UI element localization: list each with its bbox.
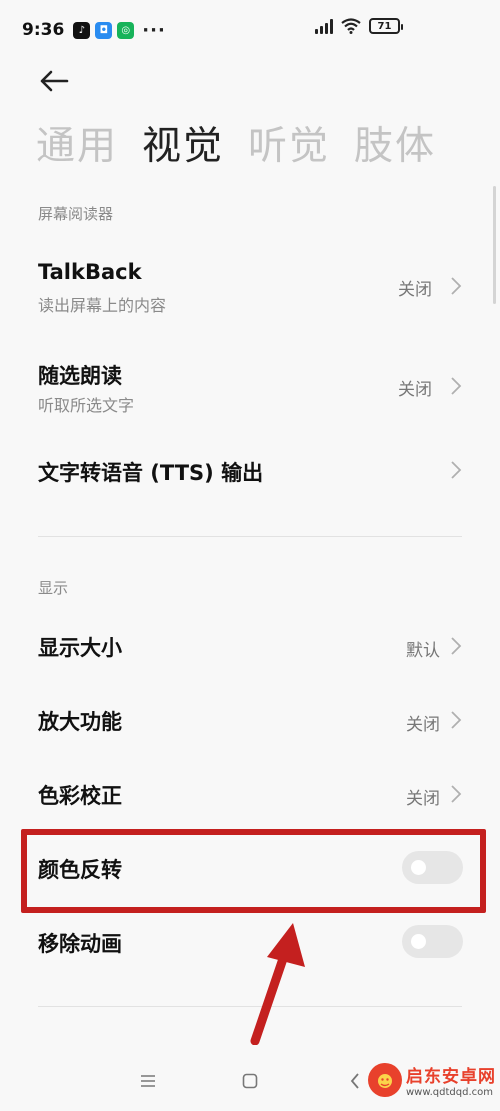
row-color-correction[interactable]: 色彩校正 关闭 <box>0 766 500 824</box>
status-app-icons: ♪ ◘ ◎ <box>73 21 135 39</box>
row-display-size[interactable]: 显示大小 默认 <box>0 618 500 676</box>
select-to-speak-value: 关闭 <box>398 380 432 400</box>
color-correction-title: 色彩校正 <box>38 784 122 808</box>
tab-hearing[interactable]: 听觉 <box>248 118 330 176</box>
chevron-right-icon <box>451 277 462 295</box>
tts-title: 文字转语音 (TTS) 输出 <box>38 461 264 485</box>
row-magnification[interactable]: 放大功能 关闭 <box>0 692 500 750</box>
watermark: 启东安卓网 www.qdtdqd.com <box>368 1062 496 1098</box>
nav-back-icon <box>350 1073 359 1089</box>
magnification-value: 关闭 <box>406 715 440 735</box>
back-arrow-icon <box>40 70 69 92</box>
signal-icon <box>315 18 333 34</box>
tab-physical[interactable]: 肢体 <box>354 118 436 176</box>
toggle-knob <box>411 934 426 949</box>
highlight-annotation-box <box>21 829 486 913</box>
battery-level: 71 <box>377 20 392 32</box>
watermark-title: 启东安卓网 <box>406 1067 496 1087</box>
watermark-url: www.qdtdqd.com <box>406 1087 493 1098</box>
category-tabs: 通用 视觉 听觉 肢体 <box>36 118 436 176</box>
tab-general[interactable]: 通用 <box>36 118 118 176</box>
status-right: 71 <box>315 18 403 34</box>
remove-animations-toggle[interactable] <box>402 925 463 958</box>
row-tts-output[interactable]: 文字转语音 (TTS) 输出 <box>0 440 500 502</box>
chevron-right-icon <box>451 785 462 803</box>
home-button[interactable] <box>237 1068 263 1094</box>
status-bar: 9:36 ♪ ◘ ◎ ··· <box>0 0 500 60</box>
nav-back-button[interactable] <box>342 1068 368 1094</box>
back-button[interactable] <box>33 62 75 100</box>
chevron-right-icon <box>451 377 462 395</box>
more-notifications-icon: ··· <box>142 19 166 41</box>
display-size-value: 默认 <box>406 641 440 661</box>
menu-icon <box>141 1075 155 1087</box>
display-size-title: 显示大小 <box>38 636 122 660</box>
row-select-to-speak[interactable]: 随选朗读 听取所选文字 关闭 <box>0 350 500 424</box>
home-icon <box>242 1073 258 1089</box>
select-to-speak-title: 随选朗读 <box>38 364 122 388</box>
shield-app-icon: ◎ <box>117 21 135 39</box>
tiktok-icon: ♪ <box>73 21 91 39</box>
status-time: 9:36 <box>22 20 65 40</box>
talkback-value: 关闭 <box>398 280 432 300</box>
chevron-right-icon <box>451 711 462 729</box>
chevron-right-icon <box>451 461 462 479</box>
section-header-display: 显示 <box>38 579 69 597</box>
red-arrow-annotation <box>250 923 305 1045</box>
wifi-icon <box>341 18 361 34</box>
chevron-right-icon <box>451 637 462 655</box>
remove-animations-title: 移除动画 <box>38 932 122 956</box>
watermark-logo-icon <box>368 1063 402 1097</box>
color-correction-value: 关闭 <box>406 789 440 809</box>
menu-button[interactable] <box>135 1068 161 1094</box>
magnification-title: 放大功能 <box>38 710 122 734</box>
section-header-screen-reader: 屏幕阅读器 <box>38 205 114 223</box>
message-icon: ◘ <box>95 21 113 39</box>
row-talkback[interactable]: TalkBack 读出屏幕上的内容 关闭 <box>0 250 500 324</box>
divider <box>38 536 462 537</box>
battery-icon: 71 <box>369 18 403 34</box>
talkback-title: TalkBack <box>38 260 142 284</box>
select-to-speak-subtitle: 听取所选文字 <box>38 396 135 415</box>
talkback-subtitle: 读出屏幕上的内容 <box>38 296 167 315</box>
tab-vision[interactable]: 视觉 <box>142 118 224 176</box>
